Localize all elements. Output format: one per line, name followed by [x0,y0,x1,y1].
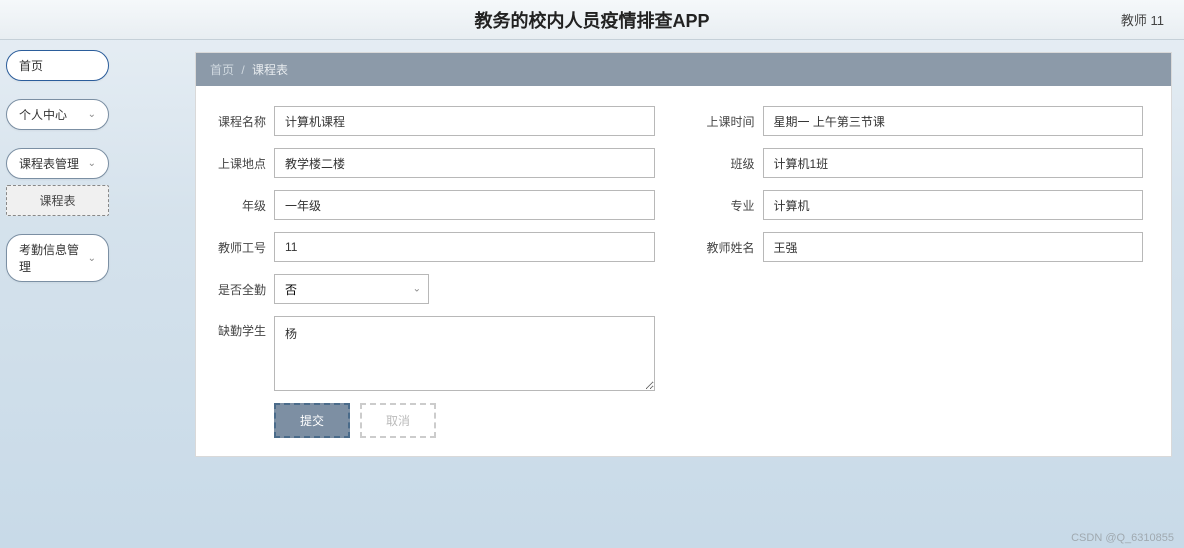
class-label: 班级 [695,155,755,172]
chevron-down-icon: ⌄ [88,253,96,264]
sidebar-item-label: 考勤信息管理 [19,241,88,275]
app-header: 教务的校内人员疫情排查APP 教师 11 [0,0,1184,40]
teacher-id-input[interactable] [274,232,655,262]
sidebar-item-label: 个人中心 [19,106,67,123]
major-input[interactable] [763,190,1144,220]
breadcrumb-separator: / [241,63,244,77]
sidebar-item-label: 课程表 [39,194,75,208]
sidebar-item-home[interactable]: 首页 [6,50,109,81]
breadcrumb: 首页 / 课程表 [196,53,1171,86]
major-label: 专业 [695,197,755,214]
absent-students-textarea[interactable] [274,316,655,391]
schedule-form: 课程名称 上课时间 上课地点 班级 [196,86,1171,456]
teacher-name-label: 教师姓名 [695,239,755,256]
absent-students-label: 缺勤学生 [206,316,266,339]
sidebar-subitem-schedule[interactable]: 课程表 [6,185,109,216]
grade-input[interactable] [274,190,655,220]
chevron-down-icon: ⌄ [88,158,96,169]
grade-label: 年级 [206,197,266,214]
teacher-id-label: 教师工号 [206,239,266,256]
class-time-input[interactable] [763,106,1144,136]
sidebar-item-label: 首页 [19,57,43,74]
full-attendance-select[interactable] [274,274,429,304]
watermark-text: CSDN @Q_6310855 [1071,532,1174,544]
submit-button[interactable]: 提交 [274,403,350,438]
location-input[interactable] [274,148,655,178]
form-panel: 首页 / 课程表 课程名称 上课时间 上课地点 [195,52,1172,457]
app-title: 教务的校内人员疫情排查APP [16,7,1168,33]
sidebar-item-profile[interactable]: 个人中心 ⌄ [6,99,109,130]
class-time-label: 上课时间 [695,113,755,130]
current-user-label: 教师 11 [1121,10,1164,29]
sidebar-item-attendance-mgmt[interactable]: 考勤信息管理 ⌄ [6,234,109,282]
breadcrumb-home-link[interactable]: 首页 [210,63,234,77]
cancel-button[interactable]: 取消 [360,403,436,438]
class-input[interactable] [763,148,1144,178]
course-name-label: 课程名称 [206,113,266,130]
sidebar-nav: 首页 个人中心 ⌄ 课程表管理 ⌄ 课程表 考勤信息管理 ⌄ [0,40,115,548]
main-content: 首页 / 课程表 课程名称 上课时间 上课地点 [115,40,1184,548]
location-label: 上课地点 [206,155,266,172]
sidebar-item-label: 课程表管理 [19,155,79,172]
breadcrumb-current: 课程表 [252,63,288,77]
sidebar-item-schedule-mgmt[interactable]: 课程表管理 ⌄ [6,148,109,179]
chevron-down-icon: ⌄ [88,109,96,120]
course-name-input[interactable] [274,106,655,136]
full-attendance-label: 是否全勤 [206,281,266,298]
teacher-name-input[interactable] [763,232,1144,262]
